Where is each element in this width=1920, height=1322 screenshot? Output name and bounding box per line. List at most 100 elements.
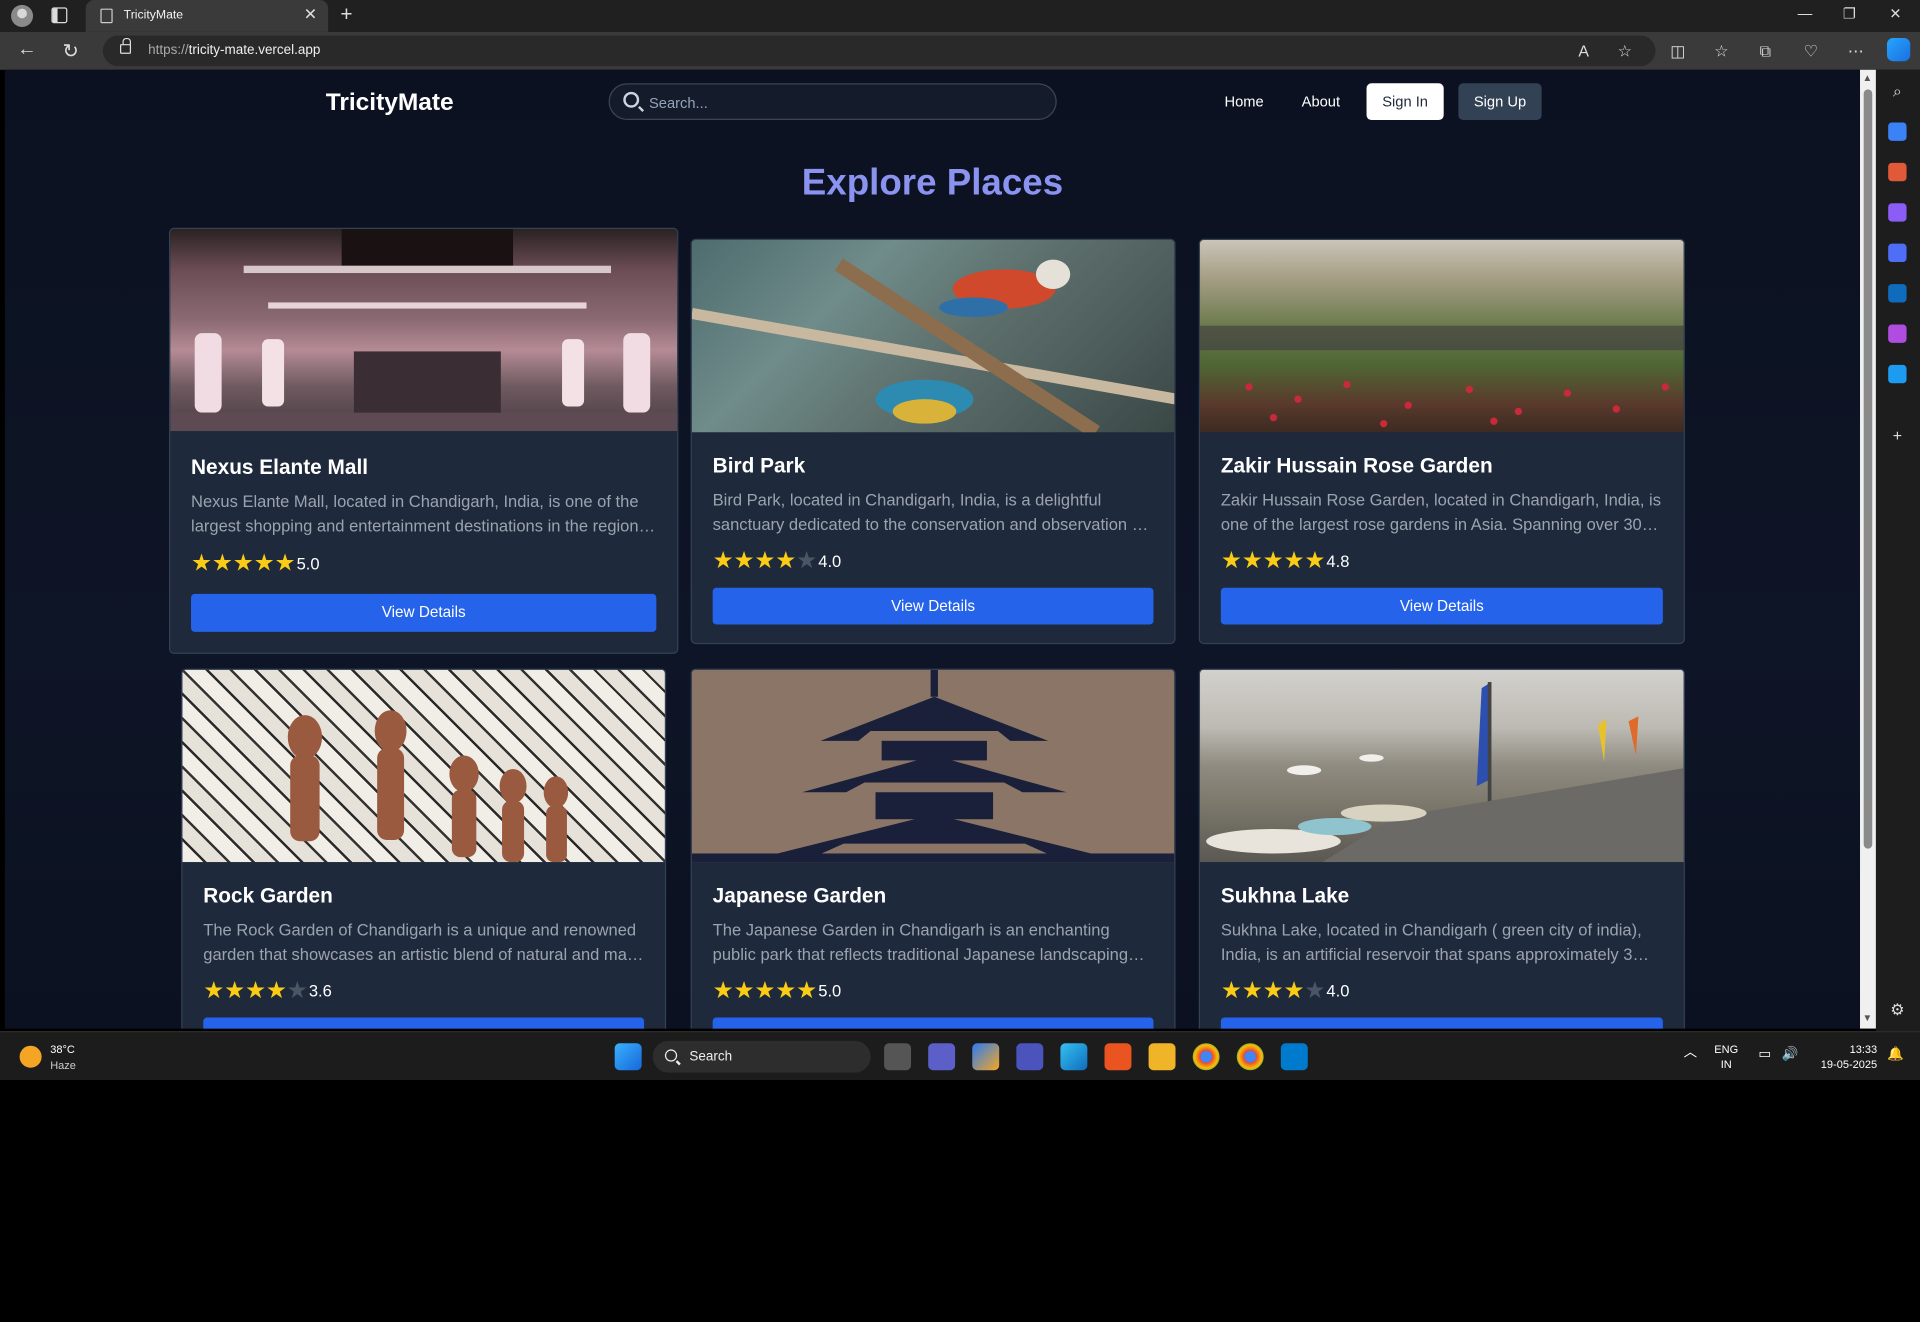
- file-explorer-icon[interactable]: [1148, 1043, 1176, 1071]
- collections-icon[interactable]: ⧉: [1760, 42, 1771, 62]
- url-text: https://tricity-mate.vercel.app: [148, 42, 321, 58]
- star-icon: ★: [1220, 548, 1242, 575]
- close-window-icon[interactable]: ✕: [1889, 5, 1901, 22]
- view-details-button[interactable]: View Details: [1220, 1017, 1663, 1029]
- weather-icon[interactable]: [19, 1045, 42, 1068]
- split-screen-icon[interactable]: ◫: [1670, 42, 1685, 62]
- site-brand[interactable]: TricityMate: [326, 89, 454, 117]
- star-icon: ★: [203, 978, 225, 1005]
- sidebar-telegram-icon[interactable]: [1888, 364, 1907, 384]
- sign-up-button[interactable]: Sign Up: [1458, 83, 1542, 121]
- meet-icon[interactable]: [928, 1043, 956, 1071]
- search-input[interactable]: [648, 93, 1041, 113]
- star-icon: ★: [232, 551, 254, 577]
- star-icon: ★: [754, 548, 776, 575]
- rating-value: 4.0: [818, 552, 842, 571]
- back-icon[interactable]: ←: [17, 39, 37, 61]
- place-rating: ★ ★ ★ ★ ★ 4.0: [1221, 980, 1350, 1003]
- task-view-icon[interactable]: [884, 1043, 912, 1071]
- chrome-profile-icon[interactable]: [1236, 1043, 1264, 1071]
- star-icon: ★: [224, 978, 246, 1005]
- restore-icon[interactable]: ❐: [1843, 5, 1856, 22]
- profile-avatar-icon[interactable]: [11, 4, 34, 27]
- browser-tab[interactable]: TricityMate ✕: [85, 0, 329, 32]
- vscode-icon[interactable]: [1280, 1043, 1308, 1071]
- rating-value: 4.0: [1326, 982, 1350, 1001]
- view-details-button[interactable]: View Details: [712, 587, 1154, 625]
- place-image: [1200, 240, 1684, 433]
- nav-about-link[interactable]: About: [1302, 93, 1340, 110]
- view-details-button[interactable]: View Details: [712, 1017, 1154, 1029]
- star-icon: ★: [1304, 978, 1326, 1005]
- place-card: Japanese Garden The Japanese Garden in C…: [690, 668, 1176, 1029]
- edge-icon[interactable]: [1060, 1043, 1088, 1071]
- search-icon: [623, 91, 640, 108]
- start-icon[interactable]: [614, 1043, 642, 1071]
- sidebar-search-icon[interactable]: ⌕: [1888, 82, 1906, 100]
- place-card: Nexus Elante Mall Nexus Elante Mall, loc…: [168, 227, 679, 654]
- taskbar-search[interactable]: Search: [652, 1040, 871, 1073]
- star-icon: ★: [1241, 978, 1263, 1005]
- teams-icon[interactable]: [1016, 1043, 1044, 1071]
- url-field[interactable]: https://tricity-mate.vercel.app: [102, 35, 1656, 67]
- volume-icon[interactable]: 🔊: [1782, 1047, 1799, 1062]
- favorite-star-icon[interactable]: ☆: [1618, 42, 1632, 62]
- place-image: [170, 228, 678, 432]
- place-image: [1200, 669, 1684, 863]
- page-favicon-icon: [100, 8, 113, 24]
- search-bar[interactable]: [608, 83, 1057, 121]
- star-icon: ★: [1262, 548, 1284, 575]
- copilot-icon[interactable]: [1886, 37, 1911, 62]
- place-description: The Japanese Garden in Chandigarh is an …: [712, 920, 1129, 964]
- more-menu-icon[interactable]: ⋯: [1848, 42, 1864, 62]
- sidebar-add-icon[interactable]: +: [1888, 426, 1906, 444]
- sidebar-settings-icon[interactable]: ⚙: [1888, 1000, 1906, 1018]
- chrome-icon[interactable]: [1192, 1043, 1220, 1071]
- star-icon: ★: [1220, 978, 1242, 1005]
- place-rating: ★ ★ ★ ★ ★ 4.8: [1221, 550, 1350, 573]
- star-icon: ★: [1262, 978, 1284, 1005]
- star-icon: ★: [211, 551, 233, 577]
- sidebar-outlook-icon[interactable]: [1888, 284, 1907, 303]
- sign-in-button[interactable]: Sign In: [1366, 83, 1444, 121]
- new-tab-icon[interactable]: +: [340, 2, 352, 26]
- tray-overflow-icon[interactable]: ︿: [1684, 1046, 1697, 1061]
- scroll-down-icon[interactable]: ▼: [1862, 1013, 1872, 1024]
- network-icon[interactable]: ▭: [1758, 1047, 1771, 1062]
- lock-icon[interactable]: [120, 37, 132, 54]
- ubuntu-icon[interactable]: [1104, 1043, 1132, 1071]
- rating-stars: ★ ★ ★ ★ ★: [191, 552, 295, 575]
- view-details-button[interactable]: View Details: [203, 1017, 645, 1029]
- language-indicator[interactable]: ENG IN: [1714, 1042, 1738, 1071]
- sidebar-designer-icon[interactable]: [1888, 324, 1907, 343]
- minimize-icon[interactable]: —: [1798, 5, 1813, 22]
- scroll-up-icon[interactable]: ▲: [1862, 72, 1872, 83]
- sidebar-games-icon[interactable]: [1888, 203, 1907, 222]
- place-rating: ★ ★ ★ ★ ★ 5.0: [713, 980, 842, 1003]
- place-name: Japanese Garden: [712, 884, 887, 908]
- sidebar-shopping-icon[interactable]: [1888, 122, 1907, 141]
- clock[interactable]: 13:33 19-05-2025: [1813, 1042, 1877, 1071]
- view-details-button[interactable]: View Details: [191, 593, 657, 632]
- tab-actions-icon[interactable]: [51, 7, 68, 24]
- browser-essentials-icon[interactable]: ♡: [1804, 42, 1818, 62]
- sidebar-tools-icon[interactable]: [1888, 162, 1907, 182]
- page-heading: Explore Places: [801, 162, 1064, 204]
- scrollbar-thumb[interactable]: [1863, 89, 1873, 849]
- star-icon: ★: [733, 548, 755, 575]
- sidebar-copilot-icon[interactable]: [1888, 243, 1907, 263]
- place-name: Nexus Elante Mall: [191, 455, 369, 479]
- web-page: TricityMate Home About Sign In Sign Up E…: [4, 69, 1861, 1029]
- rating-stars: ★ ★ ★ ★ ★: [713, 980, 817, 1003]
- taskbar-search-icon: [664, 1049, 678, 1062]
- refresh-icon[interactable]: ↻: [62, 39, 78, 63]
- close-tab-icon[interactable]: ✕: [304, 5, 317, 25]
- view-details-button[interactable]: View Details: [1220, 587, 1663, 625]
- favorites-icon[interactable]: ☆: [1714, 42, 1728, 62]
- nav-home-link[interactable]: Home: [1225, 93, 1264, 110]
- copilot-app-icon[interactable]: [972, 1043, 1000, 1071]
- notification-bell-icon[interactable]: 🔔: [1887, 1047, 1904, 1062]
- page-scrollbar[interactable]: ▲ ▼: [1860, 69, 1876, 1029]
- star-icon: ★: [245, 978, 266, 1005]
- read-aloud-icon[interactable]: A: [1578, 42, 1589, 60]
